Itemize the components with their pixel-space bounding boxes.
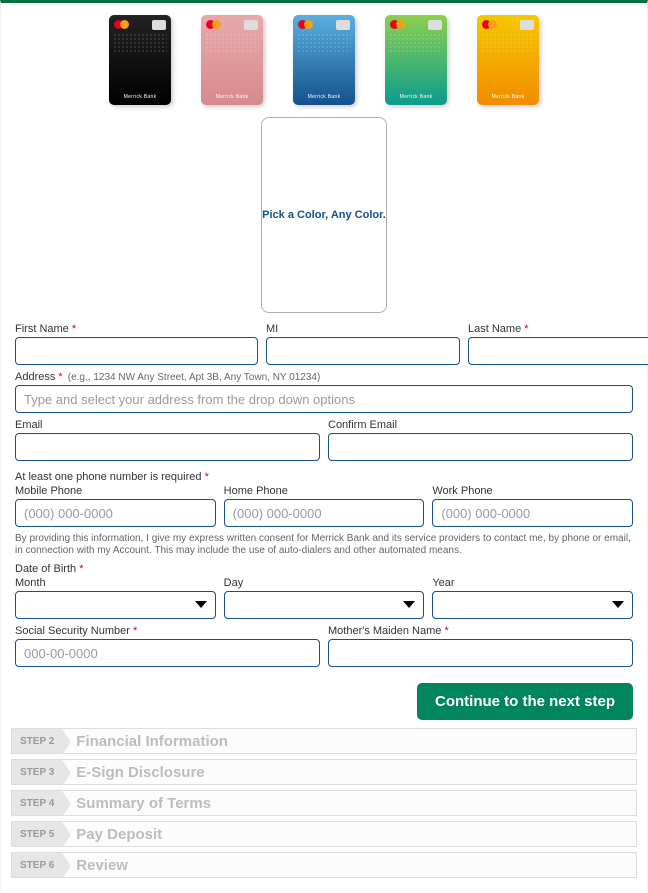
mastercard-icon <box>390 20 405 29</box>
ssn-input[interactable] <box>15 639 320 667</box>
first-name-input[interactable] <box>15 337 258 365</box>
year-select[interactable] <box>432 591 633 619</box>
email-input[interactable] <box>15 433 320 461</box>
card-bank-label: Merrick Bank <box>293 94 355 100</box>
step-title: Review <box>76 857 128 874</box>
mobile-phone-input[interactable] <box>15 499 216 527</box>
phone-required-note: At least one phone number is required * <box>15 471 633 483</box>
year-label: Year <box>432 577 633 589</box>
card-preview: Pick a Color, Any Color. <box>1 113 647 323</box>
card-option-black[interactable]: Merrick Bank <box>109 15 171 105</box>
card-color-options: Merrick Bank Merrick Bank Merrick Bank M… <box>1 3 647 113</box>
steps-nav: STEP 2 Financial Information STEP 3 E-Si… <box>1 728 647 878</box>
step-summary-of-terms[interactable]: STEP 4 Summary of Terms <box>11 790 637 816</box>
mmn-input[interactable] <box>328 639 633 667</box>
confirm-email-input[interactable] <box>328 433 633 461</box>
confirm-email-label: Confirm Email <box>328 419 633 431</box>
chip-icon <box>152 20 166 30</box>
consent-note: By providing this information, I give my… <box>15 533 633 557</box>
work-phone-label: Work Phone <box>432 485 633 497</box>
address-input[interactable] <box>15 385 633 413</box>
card-bank-label: Merrick Bank <box>477 94 539 100</box>
home-phone-input[interactable] <box>224 499 425 527</box>
home-phone-label: Home Phone <box>224 485 425 497</box>
day-select[interactable] <box>224 591 425 619</box>
step-tag: STEP 5 <box>12 822 62 846</box>
mastercard-icon <box>206 20 221 29</box>
chip-icon <box>244 20 258 30</box>
step-title: Summary of Terms <box>76 795 211 812</box>
work-phone-input[interactable] <box>432 499 633 527</box>
step-esign-disclosure[interactable]: STEP 3 E-Sign Disclosure <box>11 759 637 785</box>
personal-info-form: First Name * MI Last Name * Suffix Addre… <box>1 323 647 667</box>
step-tag: STEP 2 <box>12 729 62 753</box>
address-label: Address * (e.g., 1234 NW Any Street, Apt… <box>15 371 633 383</box>
chip-icon <box>336 20 350 30</box>
card-bank-label: Merrick Bank <box>109 94 171 100</box>
chip-icon <box>428 20 442 30</box>
mi-input[interactable] <box>266 337 460 365</box>
mastercard-icon <box>298 20 313 29</box>
dob-label: Date of Birth * <box>15 563 633 575</box>
step-title: Pay Deposit <box>76 826 162 843</box>
step-tag: STEP 3 <box>12 760 62 784</box>
step-tag: STEP 4 <box>12 791 62 815</box>
email-label: Email <box>15 419 320 431</box>
ssn-label: Social Security Number * <box>15 625 320 637</box>
chip-icon <box>520 20 534 30</box>
mi-label: MI <box>266 323 460 335</box>
mastercard-icon <box>114 20 129 29</box>
card-option-orange[interactable]: Merrick Bank <box>477 15 539 105</box>
card-bank-label: Merrick Bank <box>201 94 263 100</box>
card-option-blue[interactable]: Merrick Bank <box>293 15 355 105</box>
card-option-green[interactable]: Merrick Bank <box>385 15 447 105</box>
card-bank-label: Merrick Bank <box>385 94 447 100</box>
last-name-label: Last Name * <box>468 323 648 335</box>
day-label: Day <box>224 577 425 589</box>
month-label: Month <box>15 577 216 589</box>
mastercard-icon <box>482 20 497 29</box>
mmn-label: Mother's Maiden Name * <box>328 625 633 637</box>
step-title: Financial Information <box>76 733 228 750</box>
step-tag: STEP 6 <box>12 853 62 877</box>
step-review[interactable]: STEP 6 Review <box>11 852 637 878</box>
step-financial-information[interactable]: STEP 2 Financial Information <box>11 728 637 754</box>
last-name-input[interactable] <box>468 337 648 365</box>
first-name-label: First Name * <box>15 323 258 335</box>
step-pay-deposit[interactable]: STEP 5 Pay Deposit <box>11 821 637 847</box>
month-select[interactable] <box>15 591 216 619</box>
card-option-pink[interactable]: Merrick Bank <box>201 15 263 105</box>
continue-button[interactable]: Continue to the next step <box>417 683 633 720</box>
step-title: E-Sign Disclosure <box>76 764 204 781</box>
mobile-phone-label: Mobile Phone <box>15 485 216 497</box>
card-preview-placeholder: Pick a Color, Any Color. <box>261 117 387 313</box>
